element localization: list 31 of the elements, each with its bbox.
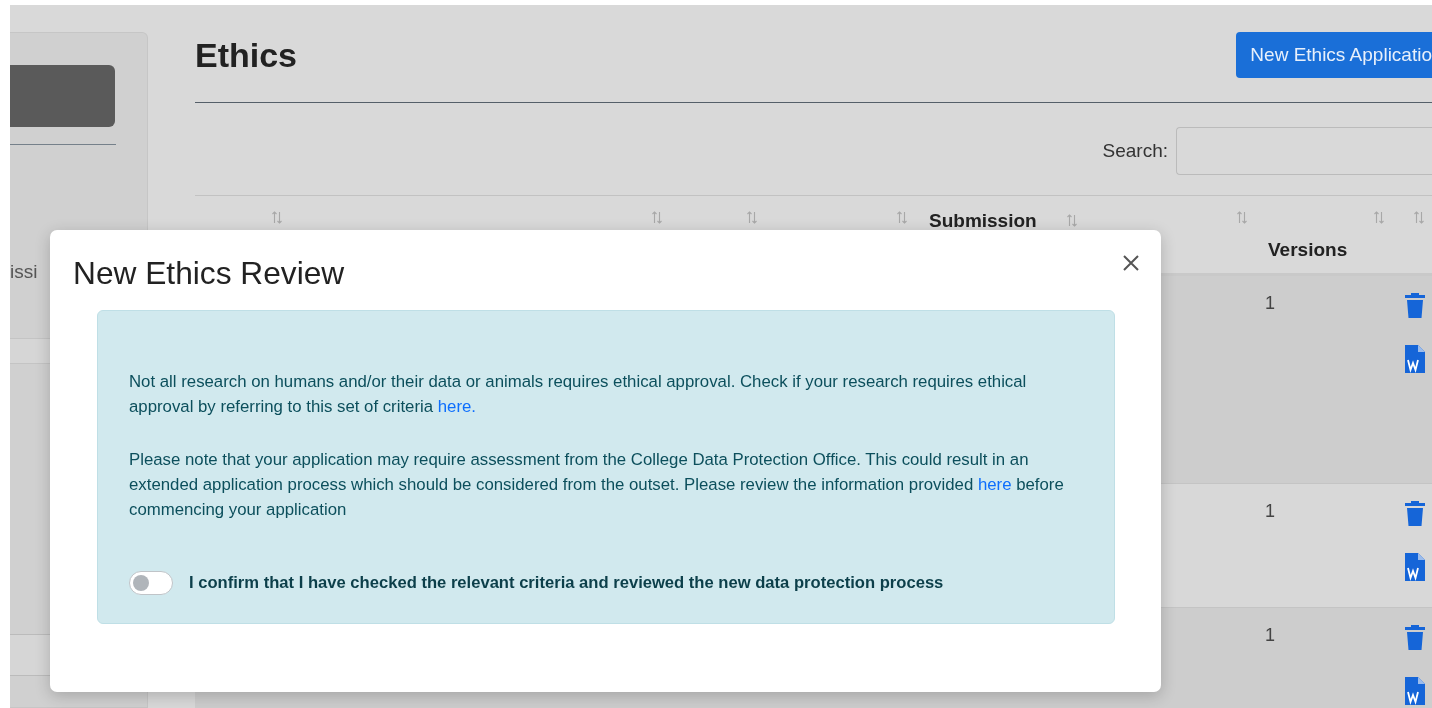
word-document-icon[interactable]	[1404, 344, 1426, 374]
toggle-switch[interactable]	[129, 570, 173, 595]
sidebar-label: issi	[10, 260, 39, 284]
info-paragraph: Not all research on humans and/or their data or animals requires ethical approval. Check if your research requires ethical approval by referring to this set of criteria here.	[129, 371, 1028, 419]
sort-icon[interactable]	[897, 211, 907, 224]
table-cell-text: 1	[1264, 501, 1275, 521]
word-document-icon[interactable]	[1404, 676, 1426, 706]
trash-icon[interactable]	[1404, 290, 1426, 320]
column-header[interactable]: Submission	[929, 211, 1037, 230]
page-title: Ethics	[195, 38, 298, 72]
info-paragraph: Please note that your application may require assessment from the College Data Protection Office. This could result in an extended application process which should be considered from the outset. Please review the information provided here before commencing your application	[129, 449, 1065, 522]
sort-icon[interactable]	[1374, 211, 1384, 224]
sort-icon[interactable]	[1237, 211, 1247, 224]
sort-icon[interactable]	[1067, 214, 1077, 227]
table-cell-text: 1	[1264, 293, 1275, 313]
here-link[interactable]: here.	[437, 397, 476, 417]
sort-icon[interactable]	[747, 211, 757, 224]
trash-icon[interactable]	[1404, 622, 1426, 652]
word-document-icon[interactable]	[1404, 552, 1426, 582]
trash-icon[interactable]	[1404, 498, 1426, 528]
table-cell-text: 1	[1264, 625, 1275, 645]
new-application-button[interactable]: New Ethics Applicatio	[1236, 32, 1432, 78]
confirm-label: I confirm that I have checked the relevant criteria and reviewed the new data protection process	[189, 572, 944, 595]
sort-icon[interactable]	[1414, 211, 1424, 224]
sort-icon[interactable]	[652, 211, 662, 224]
here-link[interactable]: here	[977, 475, 1012, 495]
column-header[interactable]: Versions	[1255, 236, 1392, 265]
search-label: Search:	[1102, 138, 1168, 163]
modal-title: New Ethics Review	[73, 254, 346, 293]
search-field[interactable]	[1176, 127, 1432, 175]
sort-icon[interactable]	[272, 211, 282, 224]
